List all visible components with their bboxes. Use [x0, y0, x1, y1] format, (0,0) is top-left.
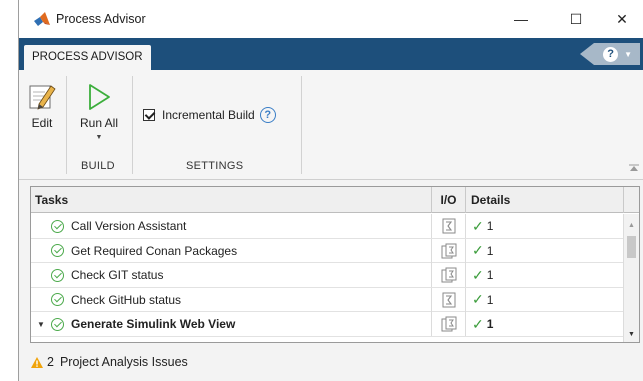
io-cell[interactable] — [431, 287, 465, 312]
column-header-io[interactable]: I/O — [431, 187, 465, 213]
task-name: Check GitHub status — [71, 292, 182, 307]
incremental-build-option[interactable]: Incremental Build ? — [143, 107, 276, 123]
edit-label: Edit — [31, 116, 53, 130]
scroll-up-icon[interactable]: ▲ — [628, 222, 635, 229]
column-header-spacer — [623, 187, 639, 213]
maximize-icon: ☐ — [569, 10, 583, 27]
edit-pencil-icon — [29, 85, 56, 110]
table-row[interactable]: Check GIT status ✓ 1 — [31, 263, 623, 288]
table-row[interactable]: Check GitHub status ✓ 1 — [31, 287, 623, 312]
run-all-label: Run All — [79, 116, 119, 130]
group-label-build: BUILD — [81, 160, 115, 172]
table-header: Tasks I/O Details — [31, 187, 639, 213]
checkmark-icon: ✓ — [472, 315, 484, 332]
title-bar[interactable]: Process Advisor — ☐ ✕ — [19, 0, 643, 38]
task-io-icon[interactable] — [442, 292, 456, 308]
task-io-icon[interactable] — [441, 243, 457, 259]
maximize-button[interactable]: ☐ — [556, 6, 596, 32]
task-name: Check GIT status — [71, 268, 164, 282]
toolstrip-tab-bar: PROCESS ADVISOR ? ▼ — [19, 38, 643, 70]
task-io-icon[interactable] — [441, 267, 457, 283]
close-button[interactable]: ✕ — [602, 6, 642, 32]
chevron-down-icon: ▼ — [624, 49, 632, 59]
task-cell[interactable]: Check GitHub status — [31, 288, 431, 312]
details-cell[interactable]: ✓ 1 — [465, 287, 623, 312]
run-all-button[interactable]: Run All ▼ — [71, 82, 127, 141]
window-title: Process Advisor — [56, 12, 146, 26]
help-menu[interactable]: ? ▼ — [570, 43, 640, 65]
issue-count: 2 — [47, 355, 54, 369]
checkmark-icon: ✓ — [472, 291, 484, 307]
scroll-thumb[interactable] — [627, 236, 636, 258]
edit-button[interactable]: Edit — [21, 82, 63, 130]
task-cell[interactable]: ▼ Generate Simulink Web View — [31, 312, 431, 336]
tasks-table: Tasks I/O Details Call Version Assistant — [30, 186, 640, 343]
separator — [132, 76, 133, 174]
separator — [301, 76, 302, 174]
collapse-toolstrip-icon[interactable] — [629, 164, 639, 172]
table-body: Call Version Assistant ✓ 1 Get Required … — [31, 214, 623, 337]
details-count: 1 — [486, 317, 494, 331]
checkmark-icon: ✓ — [472, 266, 484, 283]
chevron-down-icon[interactable]: ▼ — [96, 134, 103, 141]
play-icon — [89, 84, 110, 110]
task-io-icon[interactable] — [441, 316, 457, 332]
details-count: 1 — [486, 219, 494, 233]
check-circle-icon — [51, 244, 64, 257]
checkmark-icon: ✓ — [472, 242, 484, 258]
details-count: 1 — [486, 243, 494, 258]
separator — [66, 76, 67, 174]
io-cell[interactable] — [431, 214, 465, 238]
warning-icon — [31, 356, 43, 368]
check-circle-icon — [51, 317, 64, 331]
task-cell[interactable]: Call Version Assistant — [31, 214, 431, 238]
check-circle-icon — [51, 268, 64, 282]
table-row[interactable]: Call Version Assistant ✓ 1 — [31, 214, 623, 239]
details-cell[interactable]: ✓ 1 — [465, 238, 623, 263]
vertical-scrollbar[interactable]: ▲ ▼ — [623, 214, 639, 342]
tab-process-advisor[interactable]: PROCESS ADVISOR — [24, 45, 151, 70]
minimize-button[interactable]: — — [501, 6, 541, 32]
help-icon[interactable]: ? — [259, 107, 276, 123]
details-count: 1 — [486, 268, 494, 282]
task-io-icon[interactable] — [442, 218, 456, 234]
table-row[interactable]: ▼ Generate Simulink Web View ✓ 1 — [31, 312, 623, 337]
task-cell[interactable]: Check GIT status — [31, 263, 431, 287]
table-row[interactable]: Get Required Conan Packages ✓ 1 — [31, 238, 623, 263]
details-count: 1 — [486, 292, 494, 307]
task-cell[interactable]: Get Required Conan Packages — [31, 239, 431, 263]
incremental-build-label[interactable]: Incremental Build — [162, 108, 255, 122]
close-icon: ✕ — [616, 10, 628, 27]
io-cell[interactable] — [431, 238, 465, 263]
issue-label[interactable]: Project Analysis Issues — [60, 355, 188, 369]
toolstrip: Edit Run All ▼ Incremental Build ? BUILD… — [19, 70, 643, 180]
details-cell[interactable]: ✓ 1 — [465, 312, 623, 336]
process-advisor-window: Process Advisor — ☐ ✕ PROCESS ADVISOR ? … — [18, 0, 643, 381]
task-name: Call Version Assistant — [71, 219, 187, 233]
check-circle-icon — [51, 293, 64, 306]
scroll-down-icon[interactable]: ▼ — [628, 331, 635, 338]
column-header-tasks[interactable]: Tasks — [35, 187, 68, 213]
help-button[interactable]: ? ▼ — [580, 43, 640, 65]
question-icon: ? — [603, 46, 619, 62]
task-name: Get Required Conan Packages — [71, 243, 238, 258]
checkmark-icon: ✓ — [472, 217, 484, 234]
io-cell[interactable] — [431, 312, 465, 336]
column-header-details[interactable]: Details — [465, 187, 623, 213]
chevron-down-icon[interactable]: ▼ — [37, 320, 47, 329]
group-label-settings: SETTINGS — [186, 160, 244, 172]
details-cell[interactable]: ✓ 1 — [465, 214, 623, 238]
matlab-logo-icon — [34, 12, 50, 26]
check-circle-icon — [51, 219, 64, 233]
task-name: Generate Simulink Web View — [71, 317, 236, 331]
status-footer[interactable]: 2 Project Analysis Issues — [19, 343, 643, 381]
details-cell[interactable]: ✓ 1 — [465, 263, 623, 287]
incremental-build-checkbox[interactable] — [143, 109, 155, 121]
minimize-icon: — — [514, 11, 528, 27]
io-cell[interactable] — [431, 263, 465, 287]
